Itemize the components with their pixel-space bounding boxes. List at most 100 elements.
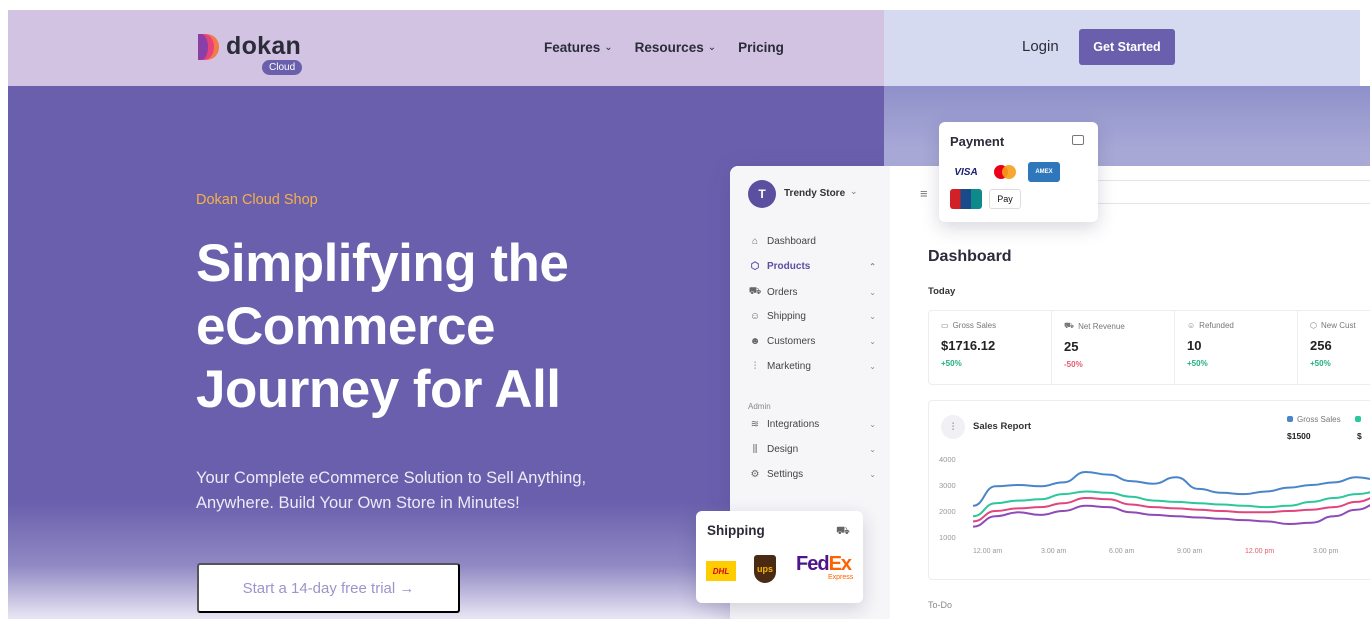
x-tick-label: 12.00 am xyxy=(973,548,1002,555)
headline-line: Simplifying the xyxy=(196,234,569,293)
amex-logo: AMEX xyxy=(1028,162,1060,182)
stat-label-text: New Cust xyxy=(1320,321,1356,330)
unionpay-logo xyxy=(950,189,982,209)
stat-refunded: ☺ Refunded 10 +50% xyxy=(1175,311,1298,384)
stat-delta: +50% xyxy=(1187,359,1208,368)
sidebar-item-label: Customers xyxy=(767,336,816,347)
gear-icon: ⚙ xyxy=(750,469,760,480)
site-header: dokan Cloud Features ⌄ Resources ⌄ Prici… xyxy=(8,10,1360,86)
x-tick-label: 3.00 pm xyxy=(1313,548,1338,555)
stats-row: ▭ Gross Sales $1716.12 +50% ⛟ Net Revenue … xyxy=(928,310,1370,385)
user-icon: ☺ xyxy=(749,311,761,322)
stat-label-text: Gross Sales xyxy=(952,321,997,330)
sidebar-item-label: Orders xyxy=(767,287,798,298)
stat-value: 25 xyxy=(1064,339,1079,354)
hero-eyebrow: Dokan Cloud Shop xyxy=(196,192,318,208)
stat-label: ⬡ New Cust xyxy=(1310,321,1370,330)
visa-logo: VISA xyxy=(954,166,978,178)
nav-resources-label: Resources xyxy=(634,40,704,55)
fedex-express-label: Express xyxy=(828,574,854,581)
mastercard-logo xyxy=(989,162,1021,182)
sidebar-item-label: Products xyxy=(767,261,811,272)
home-icon: ⌂ xyxy=(751,236,759,247)
x-tick-label: 6.00 am xyxy=(1109,548,1134,555)
stat-value: 256 xyxy=(1310,338,1332,353)
chevron-down-icon: ⌄ xyxy=(869,337,876,346)
legend-value: $ xyxy=(1357,431,1362,441)
chevron-down-icon: ⌄ xyxy=(869,288,876,297)
subline-line: Anywhere. Build Your Own Store in Minute… xyxy=(196,494,520,512)
user-icon: ☺ xyxy=(1187,321,1196,330)
series-line xyxy=(972,490,1370,518)
cube-icon: ⬡ xyxy=(1310,321,1317,330)
chevron-down-icon: ⌄ xyxy=(869,445,876,454)
nav-pricing[interactable]: Pricing xyxy=(738,40,784,55)
cart-icon: ⛟ xyxy=(748,286,762,297)
nav-features[interactable]: Features ⌄ xyxy=(544,40,613,55)
nav-pricing-label: Pricing xyxy=(738,40,784,55)
sidebar-item-customers: ☻ Customers ⌄ xyxy=(748,336,876,347)
x-tick-label: 12.00 pm xyxy=(1245,548,1274,555)
hero-subline: Your Complete eCommerce Solution to Sell… xyxy=(196,466,616,516)
cart-icon: ⛟ xyxy=(1064,321,1075,330)
stat-label: ▭ Gross Sales xyxy=(941,321,1039,330)
sidebar-item-dashboard: ⌂ Dashboard xyxy=(748,236,876,247)
get-started-button[interactable]: Get Started xyxy=(1079,29,1175,65)
free-trial-button[interactable]: Start a 14-day free trial → xyxy=(197,563,460,613)
x-tick-label: 9.00 am xyxy=(1177,548,1202,555)
stat-label: ☺ Refunded xyxy=(1187,321,1285,330)
sidebar-item-label: Marketing xyxy=(767,361,811,372)
chevron-down-icon: ⌄ xyxy=(869,312,876,321)
chevron-down-icon: ⌄ xyxy=(707,42,717,53)
nav-features-label: Features xyxy=(544,40,601,55)
layers-icon: ≋ xyxy=(750,419,760,430)
users-icon: ☻ xyxy=(749,336,761,347)
dokan-logo-icon xyxy=(198,34,219,60)
mastercard-icon xyxy=(994,165,1016,179)
stat-delta: +50% xyxy=(1310,359,1331,368)
stat-delta: +50% xyxy=(941,359,962,368)
dashboard-main: ≡ Dashboard Today ▭ Gross Sales $1716.12 … xyxy=(890,166,1370,619)
chart-legend: Gross Sales xyxy=(1287,415,1341,424)
sidebar-item-shipping: ☺ Shipping ⌄ xyxy=(748,311,876,322)
stat-new-customers: ⬡ New Cust 256 +50% xyxy=(1298,311,1370,384)
stat-label-text: Refunded xyxy=(1199,321,1234,330)
sidebar-item-integrations: ≋ Integrations ⌄ xyxy=(748,419,876,430)
y-tick-label: 2000 xyxy=(939,507,956,516)
period-label: Today xyxy=(928,286,956,297)
page: dokan Cloud Features ⌄ Resources ⌄ Prici… xyxy=(0,0,1370,619)
stat-net-revenue: ⛟ Net Revenue 25 -50% xyxy=(1052,311,1175,384)
apple-pay-label: Pay xyxy=(997,194,1013,204)
sales-report-title: Sales Report xyxy=(973,421,1032,432)
main-nav: Features ⌄ Resources ⌄ Pricing xyxy=(544,40,784,55)
x-tick-label: 3.00 am xyxy=(1041,548,1066,555)
bar-chart-icon: ⫶ xyxy=(753,361,757,372)
nav-resources[interactable]: Resources ⌄ xyxy=(635,40,716,55)
legend-swatch xyxy=(1287,416,1293,422)
legend-label: Gross Sales xyxy=(1297,415,1341,424)
hero-headline: Simplifying the eCommerce Journey for Al… xyxy=(196,232,656,421)
stat-gross-sales: ▭ Gross Sales $1716.12 +50% xyxy=(929,311,1052,384)
chevron-down-icon: ⌄ xyxy=(869,470,876,479)
sidebar-item-settings: ⚙ Settings ⌄ xyxy=(748,469,876,480)
stat-value: 10 xyxy=(1187,338,1202,353)
sidebar-item-label: Integrations xyxy=(767,419,820,430)
fedex-logo-part: Fed xyxy=(796,553,830,575)
chevron-up-icon: ⌃ xyxy=(869,262,876,271)
sidebar-item-label: Dashboard xyxy=(767,236,816,247)
apple-pay-logo: Pay xyxy=(989,189,1021,209)
headline-line: eCommerce xyxy=(196,297,495,356)
y-tick-label: 3000 xyxy=(939,481,956,490)
dashboard-title: Dashboard xyxy=(928,248,1012,265)
shipping-title: Shipping xyxy=(707,523,765,538)
dokan-logo[interactable]: dokan Cloud xyxy=(196,32,316,78)
cube-icon: ⬡ xyxy=(750,261,760,272)
series-line xyxy=(972,470,1370,507)
legend-swatch xyxy=(1355,416,1361,422)
sidebar-item-marketing: ⫶ Marketing ⌄ xyxy=(748,361,876,372)
headline-line: Journey for All xyxy=(196,360,561,419)
login-link[interactable]: Login xyxy=(1022,38,1059,55)
sales-line-chart: 4000 3000 2000 1000 12.00 am 3.00 am 6.00 am 9.… xyxy=(939,455,1370,555)
sidebar-item-label: Shipping xyxy=(767,311,806,322)
dashboard-search-bar xyxy=(1080,180,1370,204)
